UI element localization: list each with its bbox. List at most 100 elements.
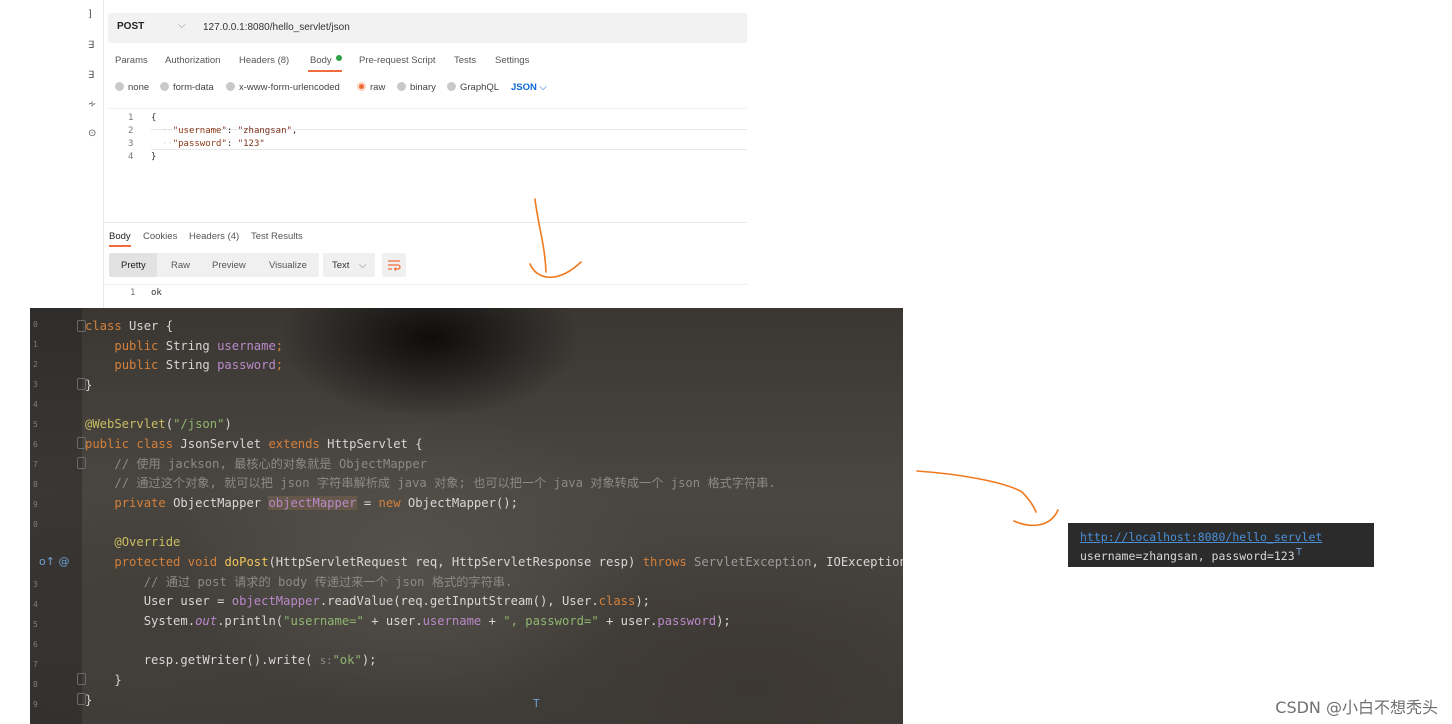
chevron-down-icon[interactable]: ⌵ <box>178 20 186 31</box>
response-body-text: ok <box>151 288 162 298</box>
tab-settings[interactable]: Settings <box>495 55 529 66</box>
rail-icon[interactable]: ⊙ <box>88 128 96 139</box>
radio-graphql-label: GraphQL <box>460 82 500 93</box>
code-line: } <box>85 378 93 392</box>
tab-authorization[interactable]: Authorization <box>165 55 220 66</box>
active-tab-indicator <box>308 70 342 72</box>
view-pretty[interactable]: Pretty <box>121 260 146 271</box>
code-line: public class JsonServlet extends HttpSer… <box>85 437 423 451</box>
active-tab-indicator <box>109 245 131 247</box>
gutter-mark: 7 <box>33 460 38 469</box>
response-format-select[interactable]: Text ⌵ <box>323 253 375 277</box>
radio-icon <box>226 82 235 91</box>
tab-headers-label: Headers <box>239 55 275 66</box>
code-close-brace: } <box>151 152 157 162</box>
gutter-mark: 5 <box>33 420 38 429</box>
tab-tests[interactable]: Tests <box>454 55 476 66</box>
code-open-brace: { <box>151 113 157 123</box>
text-cursor-icon: T <box>533 697 540 710</box>
gutter-mark: 4 <box>33 600 38 609</box>
code-line: public String password; <box>114 358 284 372</box>
radio-binary[interactable]: binary <box>397 82 436 93</box>
format-select-label: JSON <box>511 82 537 93</box>
radio-selected-icon <box>357 82 366 91</box>
method-select[interactable]: POST <box>117 21 144 32</box>
ide-gutter: 0 1 2 3 4 5 6 7 8 9 0 3 4 5 6 7 8 9 <box>30 308 86 724</box>
gutter-mark: 8 <box>33 680 38 689</box>
radio-form-data-label: form-data <box>173 82 214 93</box>
code-line: private ObjectMapper objectMapper = new … <box>114 496 518 510</box>
rail-icon[interactable]: ∃ <box>88 40 94 51</box>
rail-icon[interactable]: ∃ <box>88 70 94 81</box>
code-line: resp.getWriter().write( s:"ok"); <box>143 653 377 667</box>
gutter-mark: 0 <box>33 520 38 529</box>
gutter-mark: 7 <box>33 660 38 669</box>
tab-body[interactable]: Body <box>310 55 342 66</box>
request-body-editor[interactable]: 1 2 3 4 { ··"username": "zhangsan", ··"p… <box>108 108 747 199</box>
radio-urlencoded[interactable]: x-www-form-urlencoded <box>226 82 340 93</box>
gutter-mark: 5 <box>33 620 38 629</box>
wrap-lines-button[interactable] <box>382 253 406 277</box>
json-key: "password" <box>172 139 227 149</box>
line-number: 1 <box>128 113 134 123</box>
radio-icon <box>160 82 169 91</box>
gutter-mark: 1 <box>33 340 38 349</box>
json-key: "username" <box>172 126 227 136</box>
line-number: 3 <box>128 139 134 149</box>
radio-form-data[interactable]: form-data <box>160 82 214 93</box>
resp-tab-headers[interactable]: Headers (4) <box>189 231 239 242</box>
gutter-mark: 9 <box>33 700 38 709</box>
resp-tab-headers-label: Headers <box>189 231 225 242</box>
code-line: // 通过 post 请求的 body 传递过来一个 json 格式的字符串. <box>143 575 513 589</box>
right-arrow-annotation <box>916 470 1059 527</box>
radio-icon <box>447 82 456 91</box>
postman-window: ⁆ ∃ ∃ ∻ ⊙ POST ⌵ 127.0.0.1:8080/hello_se… <box>0 0 760 308</box>
code-line: System.out.println("username=" + user.us… <box>143 614 731 628</box>
tab-headers[interactable]: Headers (8) <box>239 55 289 66</box>
wrap-lines-icon <box>388 260 401 271</box>
view-visualize[interactable]: Visualize <box>269 260 307 271</box>
resp-tab-body[interactable]: Body <box>109 231 131 242</box>
run-console: http://localhost:8080/hello_servlet user… <box>1068 523 1374 567</box>
text-cursor-icon: T <box>1296 547 1303 558</box>
tab-body-label: Body <box>310 55 332 66</box>
radio-raw-label: raw <box>370 82 386 93</box>
resp-headers-count-badge: (4) <box>227 231 240 242</box>
gutter-mark: 4 <box>33 400 38 409</box>
radio-raw[interactable]: raw <box>357 82 385 93</box>
postman-side-rail: ⁆ ∃ ∃ ∻ ⊙ <box>84 0 104 308</box>
code-line-password: ··"password": "123" <box>161 139 265 149</box>
chevron-down-icon: ⌵ <box>359 260 367 271</box>
code-line: } <box>85 693 93 707</box>
radio-urlencoded-label: x-www-form-urlencoded <box>239 82 340 93</box>
view-preview[interactable]: Preview <box>212 260 246 271</box>
console-url-link[interactable]: http://localhost:8080/hello_servlet <box>1080 530 1322 544</box>
url-input[interactable]: 127.0.0.1:8080/hello_servlet/json <box>203 22 350 33</box>
override-implementation-icon[interactable]: o↑ @ <box>39 555 69 568</box>
radio-binary-label: binary <box>410 82 436 93</box>
rail-icon[interactable]: ∻ <box>88 99 96 110</box>
headers-count-badge: (8) <box>277 55 290 66</box>
radio-none[interactable]: none <box>115 82 149 93</box>
code-line: } <box>114 673 122 687</box>
rail-icon[interactable]: ⁆ <box>88 9 92 20</box>
code-line: public String username; <box>114 339 284 353</box>
code-line: class User { <box>85 319 174 333</box>
csdn-watermark: CSDN @小白不想秃头 <box>1275 698 1438 717</box>
gutter-mark: 8 <box>33 480 38 489</box>
gutter-mark: 3 <box>33 580 38 589</box>
rail-divider <box>103 0 104 308</box>
format-select[interactable]: JSON ⌵ <box>511 82 547 93</box>
resp-tab-test-results[interactable]: Test Results <box>251 231 303 242</box>
ide-code-editor[interactable]: 0 1 2 3 4 5 6 7 8 9 0 3 4 5 6 7 8 9 o↑ @… <box>30 308 903 724</box>
code-line: // 使用 jackson, 最核心的对象就是 ObjectMapper <box>114 457 428 471</box>
gutter-mark: 3 <box>33 380 38 389</box>
gutter-mark: 6 <box>33 440 38 449</box>
radio-graphql[interactable]: GraphQL <box>447 82 499 93</box>
resp-tab-cookies[interactable]: Cookies <box>143 231 177 242</box>
view-raw[interactable]: Raw <box>171 260 190 271</box>
json-value: "zhangsan" <box>237 126 292 136</box>
tab-prerequest-script[interactable]: Pre-request Script <box>359 55 436 66</box>
response-guide-line <box>104 284 747 285</box>
tab-params[interactable]: Params <box>115 55 148 66</box>
